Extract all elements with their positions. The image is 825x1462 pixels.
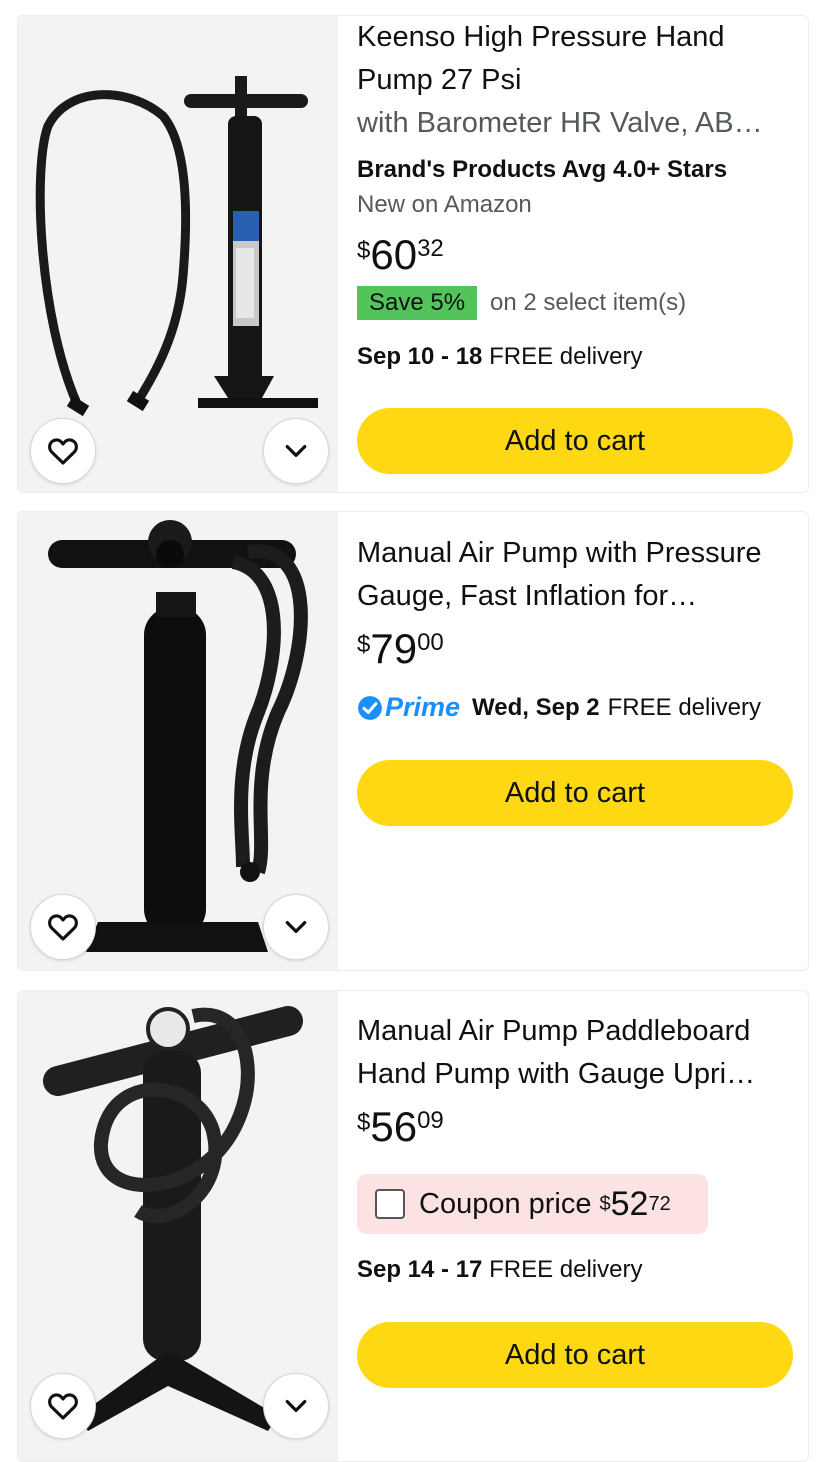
product-card[interactable]: Manual Air Pump Paddleboard Hand Pump wi… — [17, 990, 809, 1462]
prime-delivery: Prime Wed, Sep 2 FREE delivery — [357, 692, 761, 723]
delivery-date: Sep 14 - 17 — [357, 1256, 483, 1283]
product-title[interactable]: Keenso High Pressure Hand Pump 27 Psi wi… — [357, 16, 797, 145]
delivery-date: Sep 10 - 18 — [357, 343, 483, 370]
product-title-subtitle[interactable]: with Barometer HR Valve, AB… — [357, 107, 763, 139]
more-options-button[interactable] — [263, 1373, 329, 1439]
delivery-info: Sep 10 - 18 FREE delivery — [357, 343, 642, 371]
product-title[interactable]: Manual Air Pump with Pressure Gauge, Fas… — [357, 532, 797, 618]
price-fraction: 32 — [417, 235, 444, 262]
product-price: $5609 — [357, 1103, 444, 1151]
delivery-text: FREE delivery — [607, 693, 762, 721]
more-options-button[interactable] — [263, 894, 329, 960]
chevron-down-icon — [285, 445, 307, 457]
delivery-text: FREE delivery — [489, 343, 643, 370]
coupon-price-whole: 52 — [610, 1184, 649, 1223]
price-fraction: 09 — [417, 1107, 444, 1134]
price-whole: 79 — [370, 625, 418, 672]
heart-icon — [48, 438, 78, 465]
new-on-amazon-note: New on Amazon — [357, 191, 532, 218]
brand-rating-note: Brand's Products Avg 4.0+ Stars — [357, 156, 728, 183]
wishlist-button[interactable] — [30, 418, 96, 484]
delivery-date: Wed, Sep 2 — [472, 693, 600, 721]
add-to-cart-button[interactable]: Add to cart — [357, 760, 793, 826]
coupon-label: Coupon price — [419, 1187, 592, 1220]
price-symbol: $ — [357, 1109, 371, 1136]
add-to-cart-button[interactable]: Add to cart — [357, 1322, 793, 1388]
add-to-cart-button[interactable]: Add to cart — [357, 408, 793, 474]
coupon-option[interactable]: Coupon price $52 72 — [357, 1174, 708, 1234]
price-fraction: 00 — [417, 629, 444, 656]
product-title[interactable]: Manual Air Pump Paddleboard Hand Pump wi… — [357, 1010, 797, 1096]
prime-label: Prime — [385, 692, 461, 722]
coupon-checkbox[interactable] — [375, 1189, 405, 1219]
coupon-price-fraction: 72 — [648, 1192, 671, 1215]
delivery-info: Sep 14 - 17 FREE delivery — [357, 1256, 642, 1284]
save-note: on 2 select item(s) — [490, 289, 687, 316]
product-title-main[interactable]: Keenso High Pressure Hand Pump 27 Psi — [357, 21, 725, 96]
chevron-down-icon — [285, 1400, 307, 1412]
coupon-price-symbol: $ — [599, 1192, 611, 1215]
product-price: $6032 — [357, 231, 444, 279]
save-badge: Save 5% — [357, 286, 478, 320]
more-options-button[interactable] — [263, 418, 329, 484]
heart-icon — [48, 914, 78, 941]
product-card[interactable]: Manual Air Pump with Pressure Gauge, Fas… — [17, 511, 809, 971]
prime-check-icon — [358, 695, 382, 720]
wishlist-button[interactable] — [30, 894, 96, 960]
prime-badge: Prime — [357, 692, 460, 723]
chevron-down-icon — [285, 921, 307, 933]
product-price: $7900 — [357, 625, 444, 673]
price-symbol: $ — [357, 631, 371, 658]
delivery-text: FREE delivery — [489, 1256, 643, 1283]
heart-icon — [48, 1393, 78, 1420]
price-whole: 60 — [370, 231, 418, 278]
wishlist-button[interactable] — [30, 1373, 96, 1439]
product-card[interactable]: Keenso High Pressure Hand Pump 27 Psi wi… — [17, 15, 809, 493]
price-whole: 56 — [370, 1103, 418, 1150]
price-symbol: $ — [357, 237, 371, 264]
